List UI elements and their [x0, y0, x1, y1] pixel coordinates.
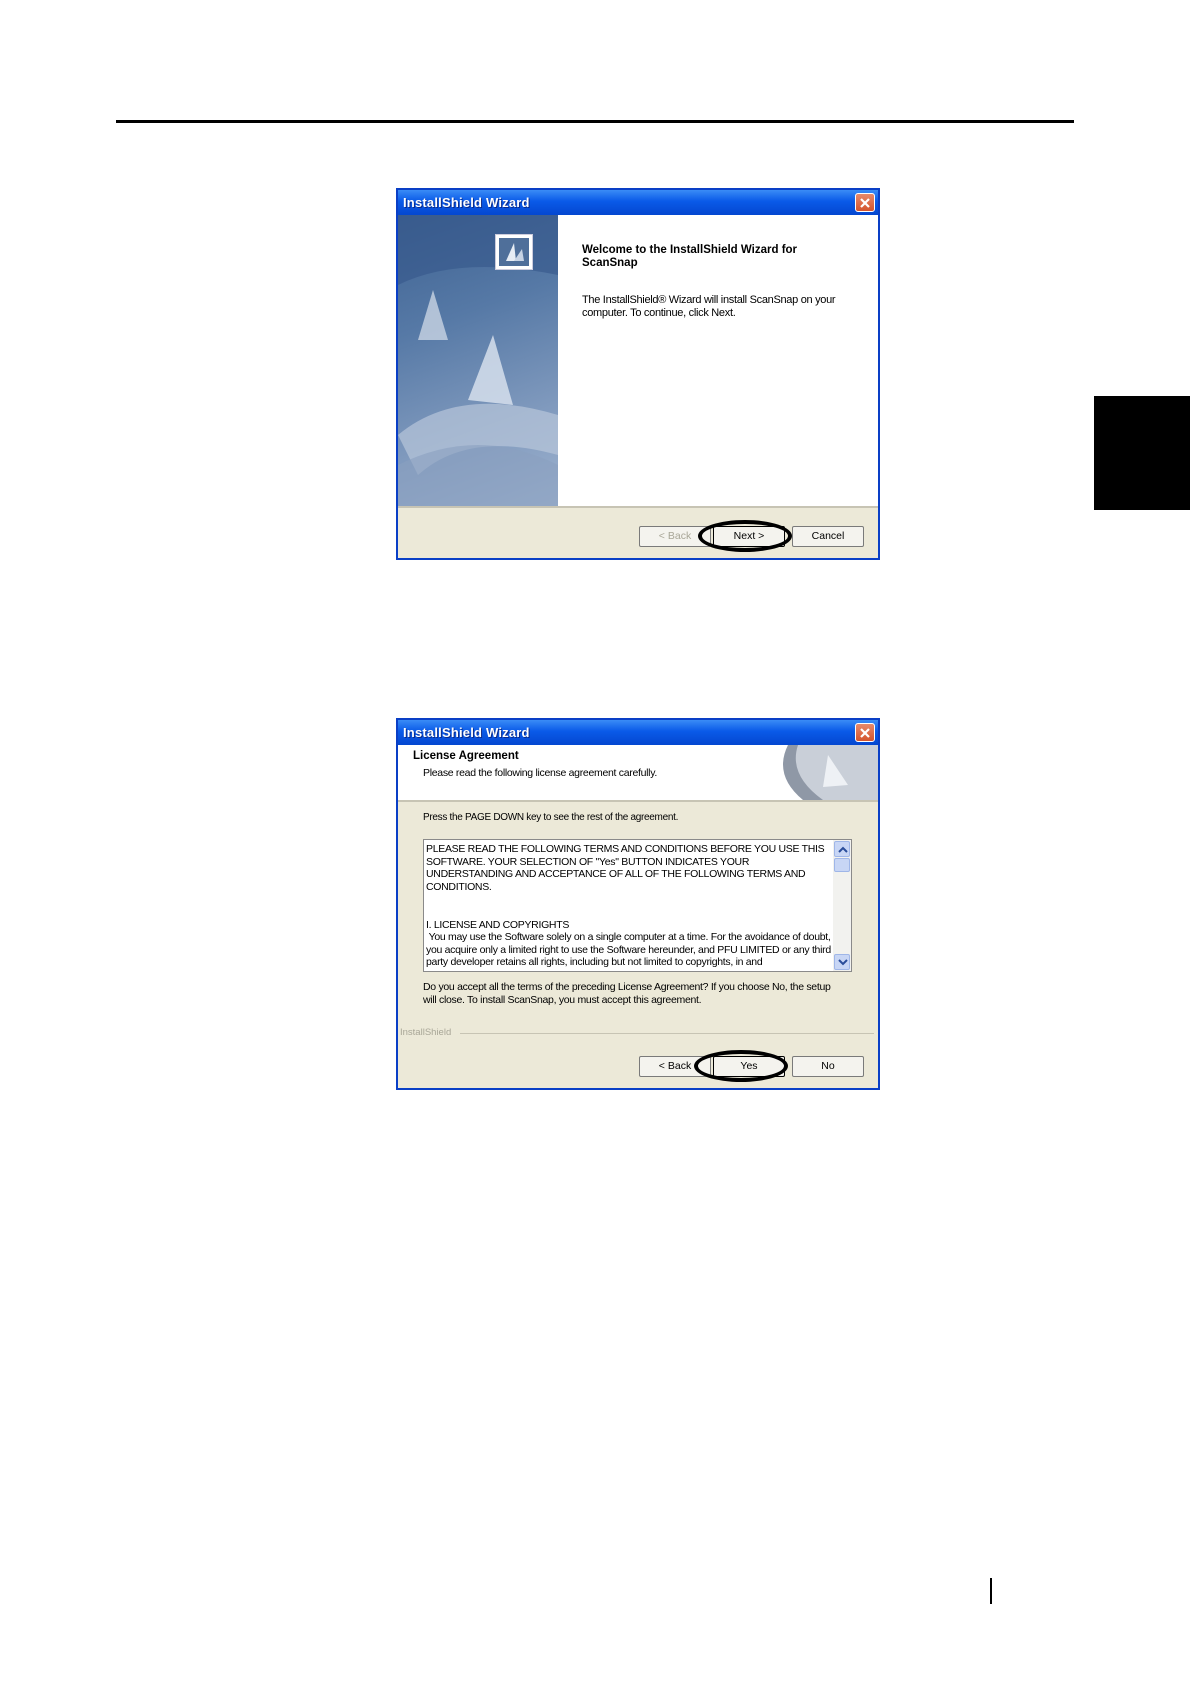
welcome-heading: Welcome to the InstallShield Wizard for …	[582, 244, 798, 269]
header-title: License Agreement	[413, 750, 519, 762]
welcome-dialog: InstallShield Wizard Welcome to the Inst…	[396, 188, 880, 560]
header-subtitle: Please read the following license agreem…	[423, 767, 657, 779]
close-button[interactable]	[855, 723, 875, 742]
no-button[interactable]: No	[792, 1056, 864, 1077]
close-icon	[860, 728, 870, 738]
accept-question: Do you accept all the terms of the prece…	[423, 981, 831, 1006]
page-number-divider	[990, 1578, 992, 1604]
header-graphic	[783, 745, 878, 800]
installshield-logo	[495, 234, 533, 270]
installshield-label: InstallShield	[400, 1027, 452, 1038]
divider	[398, 800, 878, 802]
close-icon	[860, 198, 870, 208]
scroll-down-button[interactable]	[834, 954, 850, 970]
welcome-body: The InstallShield® Wizard will install S…	[582, 294, 836, 319]
highlight-circle	[694, 1050, 788, 1082]
cancel-button[interactable]: Cancel	[792, 526, 864, 547]
wizard-side-graphic	[398, 215, 558, 506]
dialog-header: License Agreement Please read the follow…	[398, 745, 878, 800]
welcome-content: Welcome to the InstallShield Wizard for …	[558, 215, 878, 506]
title-bar: InstallShield Wizard	[398, 190, 878, 215]
chapter-tab	[1094, 396, 1190, 510]
license-textbox[interactable]: PLEASE READ THE FOLLOWING TERMS AND COND…	[423, 839, 852, 972]
license-text: PLEASE READ THE FOLLOWING TERMS AND COND…	[426, 843, 831, 969]
divider	[398, 506, 878, 508]
chevron-down-icon	[838, 959, 848, 966]
window-title: InstallShield Wizard	[403, 195, 530, 210]
instruction-text: Press the PAGE DOWN key to see the rest …	[423, 812, 679, 823]
highlight-circle	[698, 520, 792, 552]
scroll-up-button[interactable]	[834, 841, 850, 857]
scroll-thumb[interactable]	[834, 858, 850, 872]
title-bar: InstallShield Wizard	[398, 720, 878, 745]
divider	[460, 1033, 874, 1034]
license-dialog: InstallShield Wizard License Agreement P…	[396, 718, 880, 1090]
top-rule	[116, 120, 1074, 123]
scrollbar[interactable]	[833, 840, 851, 971]
window-title: InstallShield Wizard	[403, 725, 530, 740]
chevron-up-icon	[838, 846, 848, 853]
close-button[interactable]	[855, 193, 875, 212]
